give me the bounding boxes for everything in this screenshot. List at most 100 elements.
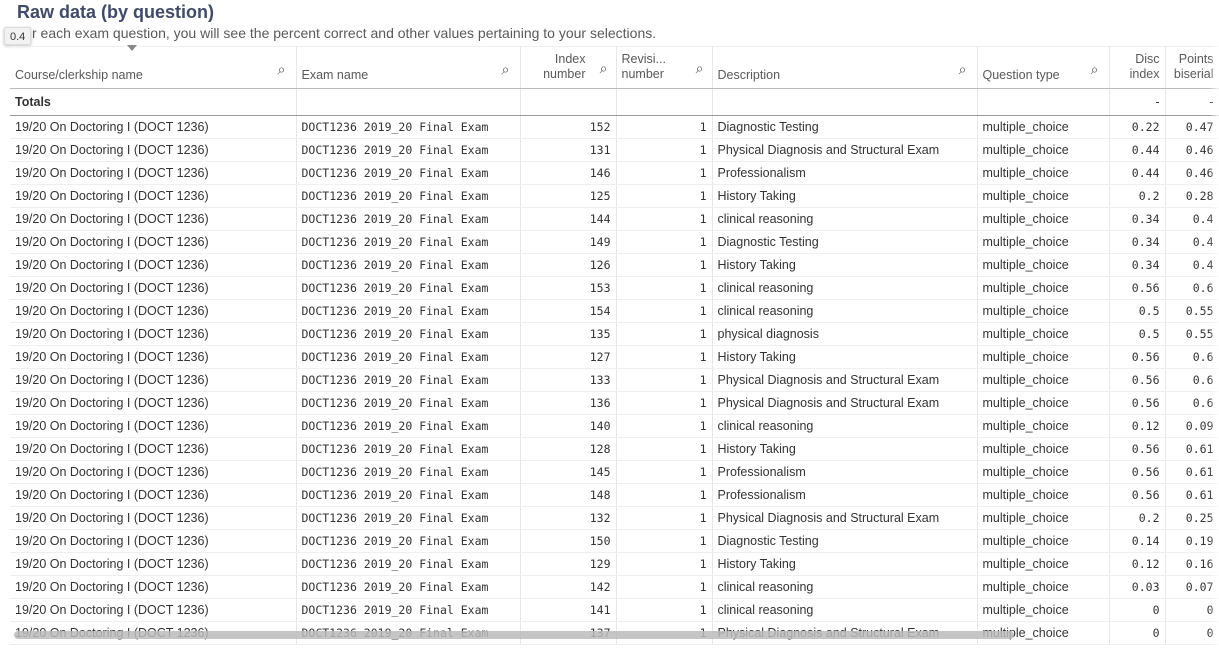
cell-disc-index[interactable]: 0.5 bbox=[1109, 299, 1166, 323]
cell-disc-index[interactable]: 0.34 bbox=[1109, 253, 1166, 277]
cell-exam[interactable]: DOCT1236 2019_20 Final Exam bbox=[296, 207, 521, 231]
cell-disc-index[interactable]: 0.22 bbox=[1109, 115, 1166, 139]
cell-index[interactable]: 135 bbox=[520, 322, 617, 346]
cell-question-type[interactable]: multiple_choice bbox=[977, 276, 1110, 300]
table-row[interactable]: 19/20 On Doctoring I (DOCT 1236)DOCT1236… bbox=[10, 460, 1219, 484]
cell-exam[interactable]: DOCT1236 2019_20 Final Exam bbox=[296, 161, 521, 185]
cell-exam[interactable]: DOCT1236 2019_20 Final Exam bbox=[296, 529, 521, 553]
cell-question-type[interactable]: multiple_choice bbox=[977, 115, 1110, 139]
cell-description[interactable]: Physical Diagnosis and Structural Exam bbox=[712, 391, 978, 415]
cell-question-type[interactable]: multiple_choice bbox=[977, 506, 1110, 530]
cell-course[interactable]: 19/20 On Doctoring I (DOCT 1236) bbox=[10, 299, 297, 323]
search-icon[interactable]: ⌕ bbox=[278, 61, 286, 78]
cell-course[interactable]: 19/20 On Doctoring I (DOCT 1236) bbox=[10, 529, 297, 553]
cell-disc-index[interactable]: 0.56 bbox=[1109, 276, 1166, 300]
cell-question-type[interactable]: multiple_choice bbox=[977, 460, 1110, 484]
table-row[interactable]: 19/20 On Doctoring I (DOCT 1236)DOCT1236… bbox=[10, 138, 1219, 162]
cell-course[interactable]: 19/20 On Doctoring I (DOCT 1236) bbox=[10, 368, 297, 392]
cell-revision[interactable]: 1 bbox=[616, 368, 713, 392]
cell-index[interactable]: 127 bbox=[520, 345, 617, 369]
cell-description[interactable]: History Taking bbox=[712, 437, 978, 461]
cell-description[interactable]: Diagnostic Testing bbox=[712, 230, 978, 254]
cell-index[interactable]: 131 bbox=[520, 138, 617, 162]
cell-course[interactable]: 19/20 On Doctoring I (DOCT 1236) bbox=[10, 598, 297, 622]
cell-course[interactable]: 19/20 On Doctoring I (DOCT 1236) bbox=[10, 322, 297, 346]
cell-question-type[interactable]: multiple_choice bbox=[977, 552, 1110, 576]
cell-question-type[interactable]: multiple_choice bbox=[977, 437, 1110, 461]
cell-index[interactable]: 132 bbox=[520, 506, 617, 530]
table-row[interactable]: 19/20 On Doctoring I (DOCT 1236)DOCT1236… bbox=[10, 207, 1219, 231]
cell-question-type[interactable]: multiple_choice bbox=[977, 529, 1110, 553]
cell-exam[interactable]: DOCT1236 2019_20 Final Exam bbox=[296, 460, 521, 484]
sort-arrow-icon[interactable] bbox=[127, 45, 137, 51]
cell-index[interactable]: 153 bbox=[520, 276, 617, 300]
table-row[interactable]: 19/20 On Doctoring I (DOCT 1236)DOCT1236… bbox=[10, 368, 1219, 392]
cell-course[interactable]: 19/20 On Doctoring I (DOCT 1236) bbox=[10, 115, 297, 139]
cell-disc-index[interactable]: 0.12 bbox=[1109, 552, 1166, 576]
cell-description[interactable]: clinical reasoning bbox=[712, 575, 978, 599]
cell-disc-index[interactable]: 0.56 bbox=[1109, 345, 1166, 369]
cell-disc-index[interactable]: 0.56 bbox=[1109, 460, 1166, 484]
col-disc-index[interactable]: Disc index bbox=[1109, 46, 1166, 89]
col-revision[interactable]: Revisi... number ⌕ bbox=[616, 46, 713, 89]
cell-course[interactable]: 19/20 On Doctoring I (DOCT 1236) bbox=[10, 391, 297, 415]
cell-index[interactable]: 142 bbox=[520, 575, 617, 599]
cell-index[interactable]: 128 bbox=[520, 437, 617, 461]
cell-index[interactable]: 136 bbox=[520, 391, 617, 415]
cell-question-type[interactable]: multiple_choice bbox=[977, 184, 1110, 208]
cell-index[interactable]: 141 bbox=[520, 598, 617, 622]
cell-exam[interactable]: DOCT1236 2019_20 Final Exam bbox=[296, 184, 521, 208]
cell-revision[interactable]: 1 bbox=[616, 506, 713, 530]
table-row[interactable]: 19/20 On Doctoring I (DOCT 1236)DOCT1236… bbox=[10, 437, 1219, 461]
cell-disc-index[interactable]: 0.12 bbox=[1109, 414, 1166, 438]
cell-revision[interactable]: 1 bbox=[616, 115, 713, 139]
cell-disc-index[interactable]: 0 bbox=[1109, 598, 1166, 622]
cell-disc-index[interactable]: 0.14 bbox=[1109, 529, 1166, 553]
cell-exam[interactable]: DOCT1236 2019_20 Final Exam bbox=[296, 299, 521, 323]
cell-disc-index[interactable]: 0.03 bbox=[1109, 575, 1166, 599]
cell-description[interactable]: Physical Diagnosis and Structural Exam bbox=[712, 368, 978, 392]
cell-disc-index[interactable]: 0.2 bbox=[1109, 506, 1166, 530]
cell-disc-index[interactable]: 0.56 bbox=[1109, 483, 1166, 507]
cell-description[interactable]: History Taking bbox=[712, 552, 978, 576]
cell-description[interactable]: Professionalism bbox=[712, 483, 978, 507]
cell-question-type[interactable]: multiple_choice bbox=[977, 575, 1110, 599]
cell-exam[interactable]: DOCT1236 2019_20 Final Exam bbox=[296, 552, 521, 576]
cell-disc-index[interactable]: 0.34 bbox=[1109, 207, 1166, 231]
search-icon[interactable]: ⌕ bbox=[502, 61, 510, 78]
cell-revision[interactable]: 1 bbox=[616, 299, 713, 323]
cell-revision[interactable]: 1 bbox=[616, 184, 713, 208]
cell-question-type[interactable]: multiple_choice bbox=[977, 414, 1110, 438]
cell-description[interactable]: History Taking bbox=[712, 253, 978, 277]
cell-disc-index[interactable]: 0.56 bbox=[1109, 368, 1166, 392]
cell-course[interactable]: 19/20 On Doctoring I (DOCT 1236) bbox=[10, 506, 297, 530]
cell-index[interactable]: 152 bbox=[520, 115, 617, 139]
cell-exam[interactable]: DOCT1236 2019_20 Final Exam bbox=[296, 575, 521, 599]
cell-index[interactable]: 146 bbox=[520, 161, 617, 185]
cell-revision[interactable]: 1 bbox=[616, 253, 713, 277]
cell-description[interactable]: clinical reasoning bbox=[712, 207, 978, 231]
cell-exam[interactable]: DOCT1236 2019_20 Final Exam bbox=[296, 483, 521, 507]
table-row[interactable]: 19/20 On Doctoring I (DOCT 1236)DOCT1236… bbox=[10, 184, 1219, 208]
cell-revision[interactable]: 1 bbox=[616, 552, 713, 576]
cell-description[interactable]: Professionalism bbox=[712, 460, 978, 484]
cell-index[interactable]: 125 bbox=[520, 184, 617, 208]
cell-description[interactable]: clinical reasoning bbox=[712, 276, 978, 300]
cell-description[interactable]: physical diagnosis bbox=[712, 322, 978, 346]
col-exam[interactable]: Exam name ⌕ bbox=[296, 46, 521, 89]
cell-index[interactable]: 133 bbox=[520, 368, 617, 392]
table-row[interactable]: 19/20 On Doctoring I (DOCT 1236)DOCT1236… bbox=[10, 161, 1219, 185]
cell-revision[interactable]: 1 bbox=[616, 276, 713, 300]
cell-disc-index[interactable]: 0.56 bbox=[1109, 437, 1166, 461]
cell-description[interactable]: History Taking bbox=[712, 345, 978, 369]
cell-index[interactable]: 154 bbox=[520, 299, 617, 323]
cell-question-type[interactable]: multiple_choice bbox=[977, 138, 1110, 162]
cell-index[interactable]: 140 bbox=[520, 414, 617, 438]
table-row[interactable]: 19/20 On Doctoring I (DOCT 1236)DOCT1236… bbox=[10, 322, 1219, 346]
cell-question-type[interactable]: multiple_choice bbox=[977, 299, 1110, 323]
cell-question-type[interactable]: multiple_choice bbox=[977, 483, 1110, 507]
cell-exam[interactable]: DOCT1236 2019_20 Final Exam bbox=[296, 230, 521, 254]
col-course[interactable]: Course/clerkship name ⌕ bbox=[10, 46, 297, 89]
cell-exam[interactable]: DOCT1236 2019_20 Final Exam bbox=[296, 368, 521, 392]
cell-revision[interactable]: 1 bbox=[616, 575, 713, 599]
